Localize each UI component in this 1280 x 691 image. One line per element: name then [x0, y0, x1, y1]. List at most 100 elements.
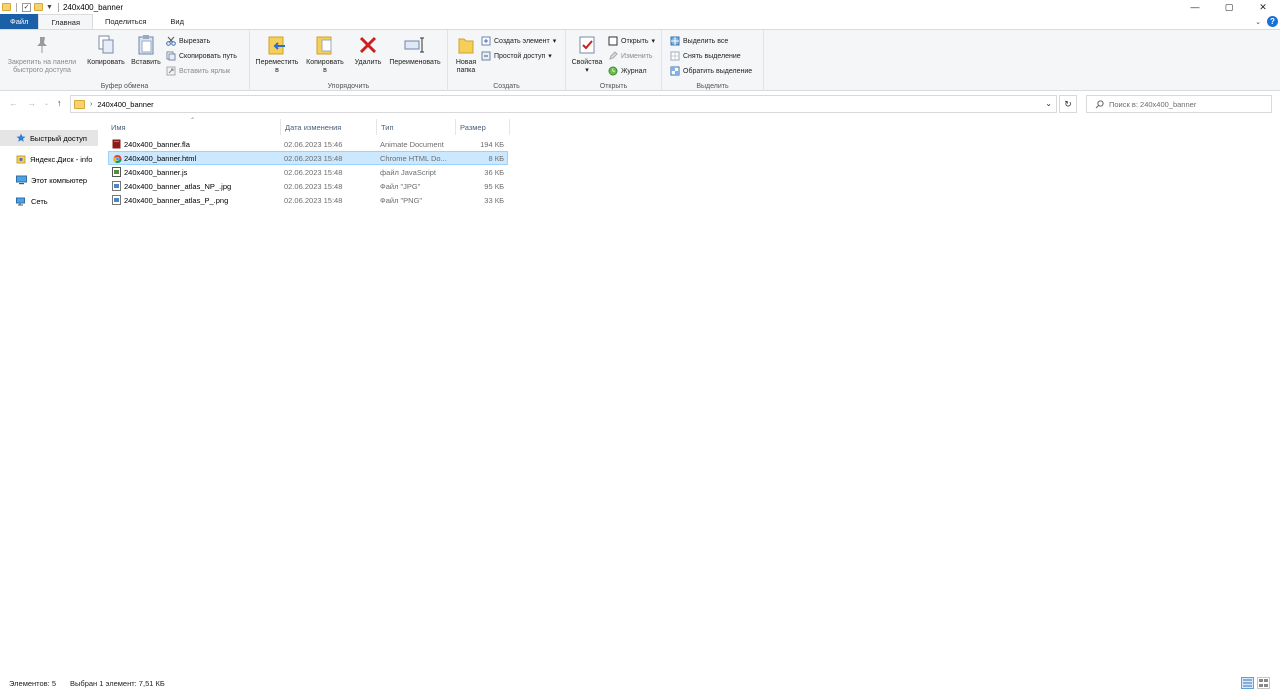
- back-arrow-icon[interactable]: ←: [9, 98, 18, 108]
- new-item-label: Создать элемент: [494, 37, 550, 45]
- tab-home[interactable]: Главная: [38, 14, 93, 29]
- customize-toolbar-dropdown-icon[interactable]: ▼: [46, 4, 53, 11]
- column-header-date[interactable]: Дата изменения: [285, 123, 341, 137]
- easy-access-button[interactable]: Простой доступ ▾: [481, 51, 552, 61]
- column-header-type[interactable]: Тип: [381, 123, 394, 137]
- tab-share[interactable]: Поделиться: [93, 14, 158, 29]
- invert-selection-icon: [670, 66, 680, 76]
- view-switcher: [1241, 677, 1270, 689]
- help-icon[interactable]: ?: [1267, 16, 1278, 27]
- breadcrumb-current-folder[interactable]: 240x400_banner: [97, 100, 153, 109]
- tab-file[interactable]: Файл: [0, 14, 39, 29]
- new-item-button[interactable]: Создать элемент ▾: [481, 36, 556, 46]
- file-size: 95 КБ: [484, 182, 504, 191]
- paste-button[interactable]: Вставить: [128, 34, 164, 67]
- status-bar: Элементов: 5 Выбран 1 элемент: 7,51 КБ: [0, 676, 1280, 691]
- paste-icon: [135, 34, 157, 56]
- cut-label: Вырезать: [179, 37, 211, 45]
- properties-button[interactable]: Свойства ▾: [568, 34, 606, 75]
- paste-label: Вставить: [131, 59, 161, 66]
- rename-button[interactable]: Переименовать: [386, 34, 444, 67]
- file-row[interactable]: 240x400_banner.html 02.06.2023 15:48 Chr…: [108, 151, 508, 165]
- close-button[interactable]: ✕: [1246, 0, 1280, 14]
- select-none-label: Снять выделение: [683, 52, 741, 60]
- file-size: 8 КБ: [488, 154, 504, 163]
- invert-selection-button[interactable]: Обратить выделение: [670, 66, 752, 76]
- file-date: 02.06.2023 15:46: [284, 140, 343, 149]
- window-controls: — ▢ ✕: [1178, 0, 1280, 14]
- file-row[interactable]: 240x400_banner.fla 02.06.2023 15:46 Anim…: [108, 137, 508, 151]
- divider: [57, 2, 59, 12]
- large-icons-view-icon: [1259, 679, 1268, 687]
- delete-button[interactable]: Удалить: [350, 34, 386, 67]
- new-folder-icon[interactable]: [34, 3, 43, 11]
- edit-button[interactable]: Изменить: [608, 51, 653, 61]
- copy-to-button[interactable]: Копировать в: [302, 34, 348, 75]
- up-arrow-icon[interactable]: ↑: [57, 98, 62, 108]
- breadcrumb-chevron-icon[interactable]: ›: [90, 101, 92, 108]
- address-dropdown-chevron-icon[interactable]: ⌄: [1045, 99, 1052, 108]
- file-row[interactable]: 240x400_banner_atlas_NP_.jpg 02.06.2023 …: [108, 179, 508, 193]
- column-divider[interactable]: [376, 119, 377, 135]
- column-divider[interactable]: [509, 119, 510, 135]
- nav-item-label: Быстрый доступ: [30, 133, 87, 143]
- file-type: Файл "PNG": [380, 196, 423, 205]
- open-button[interactable]: Открыть ▾: [608, 36, 655, 46]
- nav-item-yandex-disk[interactable]: Яндекс.Диск - info: [0, 151, 98, 167]
- edit-icon: [609, 51, 618, 60]
- column-header-name[interactable]: Имя: [111, 123, 126, 137]
- maximize-button[interactable]: ▢: [1212, 0, 1246, 14]
- nav-item-label: Яндекс.Диск - info: [30, 154, 93, 164]
- search-box[interactable]: Поиск в: 240x400_banner: [1086, 95, 1272, 113]
- column-divider[interactable]: [280, 119, 281, 135]
- copy-to-label-line2: в: [323, 67, 327, 74]
- file-row[interactable]: 240x400_banner_atlas_P_.png 02.06.2023 1…: [108, 193, 508, 207]
- minimize-button[interactable]: —: [1178, 0, 1212, 14]
- properties-check-icon[interactable]: ✓: [22, 2, 31, 12]
- tab-view[interactable]: Вид: [158, 14, 196, 29]
- title-bar: ✓ ▼ 240x400_banner — ▢ ✕: [0, 0, 1280, 14]
- nav-item-network[interactable]: Сеть: [0, 193, 98, 209]
- details-view-button[interactable]: [1241, 677, 1254, 689]
- copy-to-icon: [314, 34, 336, 56]
- refresh-button[interactable]: ↻: [1059, 95, 1077, 113]
- search-placeholder: Поиск в: 240x400_banner: [1109, 99, 1197, 109]
- file-size: 33 КБ: [484, 196, 504, 205]
- file-name: 240x400_banner.fla: [124, 140, 190, 149]
- history-button[interactable]: Журнал: [608, 66, 647, 76]
- column-divider[interactable]: [455, 119, 456, 135]
- column-headers: ⌃ Имя Дата изменения Тип Размер: [108, 117, 528, 137]
- history-icon: [608, 66, 618, 76]
- large-icons-view-button[interactable]: [1257, 677, 1270, 689]
- file-date: 02.06.2023 15:48: [284, 182, 343, 191]
- edit-label: Изменить: [621, 52, 653, 60]
- select-none-button[interactable]: Снять выделение: [670, 51, 741, 61]
- open-group: Свойства ▾ Открыть ▾ Изменить Журнал Отк…: [566, 30, 662, 91]
- copy-path-button[interactable]: Скопировать путь: [166, 51, 237, 61]
- move-to-icon: [266, 34, 288, 56]
- ribbon: Закрепить на панели быстрого доступа Коп…: [0, 29, 1280, 91]
- pin-label-line1: Закрепить на панели: [7, 59, 77, 66]
- copy-path-label: Скопировать путь: [179, 52, 237, 60]
- column-header-size[interactable]: Размер: [460, 123, 486, 137]
- create-group: Новая папка Создать элемент ▾ Простой до…: [448, 30, 566, 91]
- nav-item-this-pc[interactable]: Этот компьютер: [0, 172, 98, 188]
- sort-ascending-icon: ⌃: [190, 118, 196, 124]
- nav-item-quick-access[interactable]: Быстрый доступ: [0, 130, 98, 146]
- quick-access-toolbar: ✓ ▼: [0, 0, 61, 14]
- pin-quick-access-button[interactable]: Закрепить на панели быстрого доступа: [4, 34, 80, 75]
- copy-button[interactable]: Копировать: [84, 34, 128, 67]
- file-name: 240x400_banner_atlas_NP_.jpg: [124, 182, 232, 191]
- file-row[interactable]: 240x400_banner.js 02.06.2023 15:48 файл …: [108, 165, 508, 179]
- dropdown-arrow-icon: ▾: [552, 38, 557, 45]
- move-to-button[interactable]: Переместить в: [252, 34, 302, 75]
- select-all-button[interactable]: Выделить все: [670, 36, 728, 46]
- paste-shortcut-button[interactable]: Вставить ярлык: [166, 66, 230, 76]
- copy-path-icon: [166, 51, 176, 61]
- address-bar[interactable]: › 240x400_banner ⌄: [70, 95, 1057, 113]
- new-folder-button[interactable]: Новая папка: [450, 34, 482, 75]
- collapse-ribbon-chevron-icon[interactable]: ⌄: [1255, 18, 1261, 26]
- forward-arrow-icon[interactable]: →: [27, 98, 36, 108]
- cut-button[interactable]: Вырезать: [166, 36, 210, 46]
- recent-locations-chevron-icon[interactable]: ⌄: [44, 100, 49, 107]
